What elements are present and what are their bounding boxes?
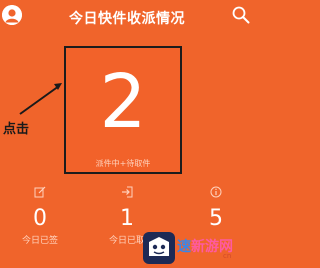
watermark-logo-icon	[143, 232, 175, 264]
stat-value: 1	[120, 206, 134, 231]
edit-icon	[34, 186, 46, 198]
watermark-url: cn	[223, 252, 232, 260]
info-icon	[210, 186, 222, 198]
stat-signed[interactable]: 0 今日已签	[5, 186, 75, 246]
sign-in-icon	[122, 186, 133, 198]
annotation-label: 点击	[3, 122, 30, 137]
stat-value: 5	[209, 206, 223, 231]
watermark: 速新游网 cn	[143, 232, 253, 267]
stat-other[interactable]: 5	[181, 186, 251, 233]
stat-label: 今日已签	[21, 236, 58, 246]
stat-value: 0	[33, 206, 47, 231]
